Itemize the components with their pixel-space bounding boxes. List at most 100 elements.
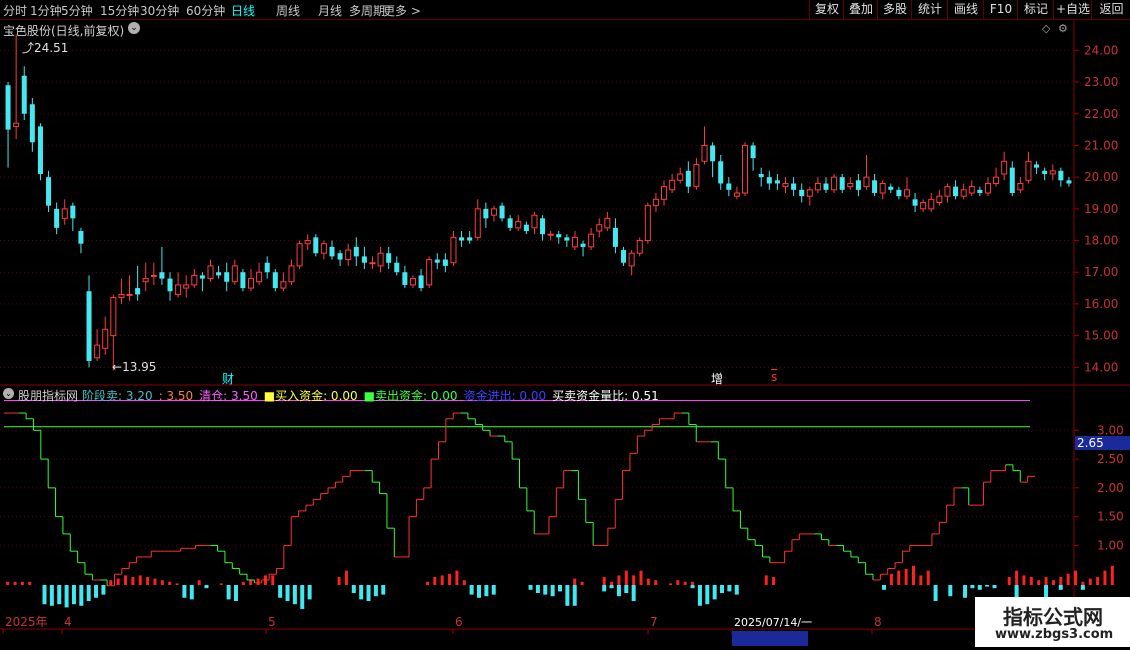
candle-body-76 bbox=[621, 250, 627, 263]
candle-body-85 bbox=[693, 163, 700, 188]
watermark-title: 指标公式网 bbox=[1003, 605, 1103, 629]
sell-funds-bar-81 bbox=[602, 585, 607, 592]
period-tab-0[interactable]: 分时 bbox=[3, 2, 27, 19]
buy-funds-bar-92 bbox=[683, 581, 687, 585]
buy-funds-bar-144 bbox=[1066, 573, 1070, 585]
candle-body-109 bbox=[888, 186, 894, 190]
diamond-icon[interactable]: ◇ bbox=[1042, 22, 1050, 35]
candle-body-25 bbox=[207, 265, 214, 280]
sell-funds-bar-49 bbox=[366, 585, 371, 601]
period-tab-4[interactable]: 30分钟 bbox=[140, 2, 179, 19]
buy-funds-bar-22 bbox=[168, 581, 172, 585]
settings-icon[interactable]: ⚙ bbox=[1058, 22, 1068, 35]
candle-body-88 bbox=[718, 161, 724, 184]
indicator-item-5: 资金进出: 0.00 bbox=[463, 389, 547, 403]
candle-body-107 bbox=[872, 180, 878, 193]
period-tab-2[interactable]: 5分钟 bbox=[61, 2, 93, 19]
candle-body-38 bbox=[313, 237, 319, 254]
toolbar-button-2[interactable]: 多股 bbox=[877, 0, 912, 19]
candle-body-40 bbox=[329, 246, 335, 257]
y-tick-label-6: 18.00 bbox=[1084, 234, 1118, 248]
buy-funds-bar-148 bbox=[1096, 577, 1100, 585]
candle-body-35 bbox=[288, 265, 295, 283]
watermark-url: www.zbgs3.com bbox=[995, 627, 1114, 642]
time-cursor-box bbox=[732, 631, 808, 646]
candle-body-48 bbox=[394, 262, 400, 273]
sell-funds-bar-72 bbox=[535, 585, 540, 593]
candle-body-69 bbox=[564, 237, 570, 241]
period-tab-5[interactable]: 60分钟 bbox=[186, 2, 225, 19]
candle-body-3 bbox=[29, 104, 35, 143]
event-marker-s[interactable]: s bbox=[771, 370, 777, 384]
arrow-left-icon: ← bbox=[112, 360, 123, 374]
indicator-name[interactable]: 股朋指标网 bbox=[18, 387, 78, 404]
period-tab-6[interactable]: 日线 bbox=[231, 2, 255, 19]
sell-funds-bar-83 bbox=[616, 585, 621, 597]
candle-body-72 bbox=[588, 233, 595, 248]
sell-funds-bar-12 bbox=[94, 585, 99, 598]
event-marker-finance[interactable]: 财 bbox=[222, 370, 234, 387]
sell-funds-bar-126 bbox=[933, 585, 938, 601]
stock-title[interactable]: 宝色股份(日线,前复权) bbox=[3, 22, 124, 39]
buy-funds-bar-78 bbox=[580, 581, 584, 585]
candle-body-46 bbox=[377, 252, 384, 267]
period-tab-1[interactable]: 1分钟 bbox=[30, 2, 62, 19]
period-tab-7[interactable]: 周线 bbox=[276, 2, 300, 19]
indicator-item-6: 买卖资金量比: 0.51 bbox=[552, 389, 659, 403]
candle-body-20 bbox=[167, 278, 173, 292]
buy-funds-bar-143 bbox=[1059, 577, 1063, 585]
toolbar-button-5[interactable]: F10 bbox=[983, 0, 1018, 19]
candle-body-0 bbox=[5, 85, 11, 130]
buy-funds-bar-145 bbox=[1074, 570, 1078, 585]
time-label-4: 7 bbox=[650, 615, 658, 629]
buy-funds-bar-83 bbox=[617, 575, 621, 585]
buy-funds-bar-82 bbox=[610, 581, 614, 585]
low-price-label: ←13.95 bbox=[112, 360, 157, 374]
toolbar-button-6[interactable]: 标记 bbox=[1017, 0, 1054, 19]
y-tick-label-3: 21.00 bbox=[1084, 138, 1118, 152]
buy-funds-bar-122 bbox=[904, 569, 908, 585]
toolbar-button-3[interactable]: 统计 bbox=[911, 0, 948, 19]
chevron-down-icon[interactable]: ⌄ bbox=[128, 22, 140, 34]
toolbar-button-8[interactable]: 返回 bbox=[1091, 0, 1130, 19]
period-tab-8[interactable]: 月线 bbox=[318, 2, 342, 19]
candle-body-128 bbox=[1042, 170, 1048, 174]
indicator-item-1: : 3.50 bbox=[158, 389, 194, 403]
event-marker-increase[interactable]: 增 bbox=[711, 370, 723, 387]
buy-funds-bar-23 bbox=[175, 583, 179, 585]
buy-funds-bar-14 bbox=[109, 580, 113, 585]
sell-funds-bar-8 bbox=[64, 585, 69, 608]
period-tab-9[interactable]: 多周期 bbox=[349, 2, 385, 19]
sell-funds-bar-128 bbox=[948, 585, 953, 597]
sell-funds-bar-73 bbox=[543, 585, 548, 595]
high-price-label: ⤴24.51 bbox=[22, 41, 69, 55]
candle-body-26 bbox=[216, 272, 222, 276]
period-tab-3[interactable]: 15分钟 bbox=[100, 2, 139, 19]
buy-funds-bar-104 bbox=[772, 577, 776, 585]
indicator-collapse-icon[interactable]: ⌄ bbox=[3, 388, 14, 399]
candle-body-16 bbox=[135, 288, 141, 295]
y-tick-label-5: 19.00 bbox=[1084, 202, 1118, 216]
buy-funds-bar-86 bbox=[639, 570, 643, 585]
candle-body-86 bbox=[701, 144, 708, 162]
sell-funds-bar-84 bbox=[624, 585, 629, 593]
candle-body-5 bbox=[46, 177, 52, 206]
candle-body-39 bbox=[320, 243, 327, 254]
candle-body-61 bbox=[499, 205, 505, 219]
toolbar-button-7[interactable]: +自选 bbox=[1053, 0, 1092, 19]
buy-funds-bar-84 bbox=[624, 570, 628, 585]
toolbar-button-4[interactable]: 画线 bbox=[947, 0, 984, 19]
buy-funds-bar-120 bbox=[889, 573, 893, 585]
buy-funds-bar-33 bbox=[249, 580, 253, 585]
sell-funds-bar-76 bbox=[565, 585, 570, 606]
toolbar-button-0[interactable]: 复权 bbox=[809, 0, 844, 19]
candle-body-63 bbox=[515, 221, 522, 229]
time-label-1: 4 bbox=[64, 615, 72, 629]
candle-body-10 bbox=[86, 291, 92, 361]
period-tab-10[interactable]: 更多 > bbox=[383, 2, 421, 19]
buy-funds-bar-46 bbox=[344, 570, 348, 585]
toolbar-button-1[interactable]: 叠加 bbox=[843, 0, 878, 19]
buy-funds-bar-45 bbox=[337, 577, 341, 585]
indicator-item-0: 阶段卖: 3.20 bbox=[82, 389, 153, 403]
y-tick-label-9: 15.00 bbox=[1084, 329, 1118, 343]
